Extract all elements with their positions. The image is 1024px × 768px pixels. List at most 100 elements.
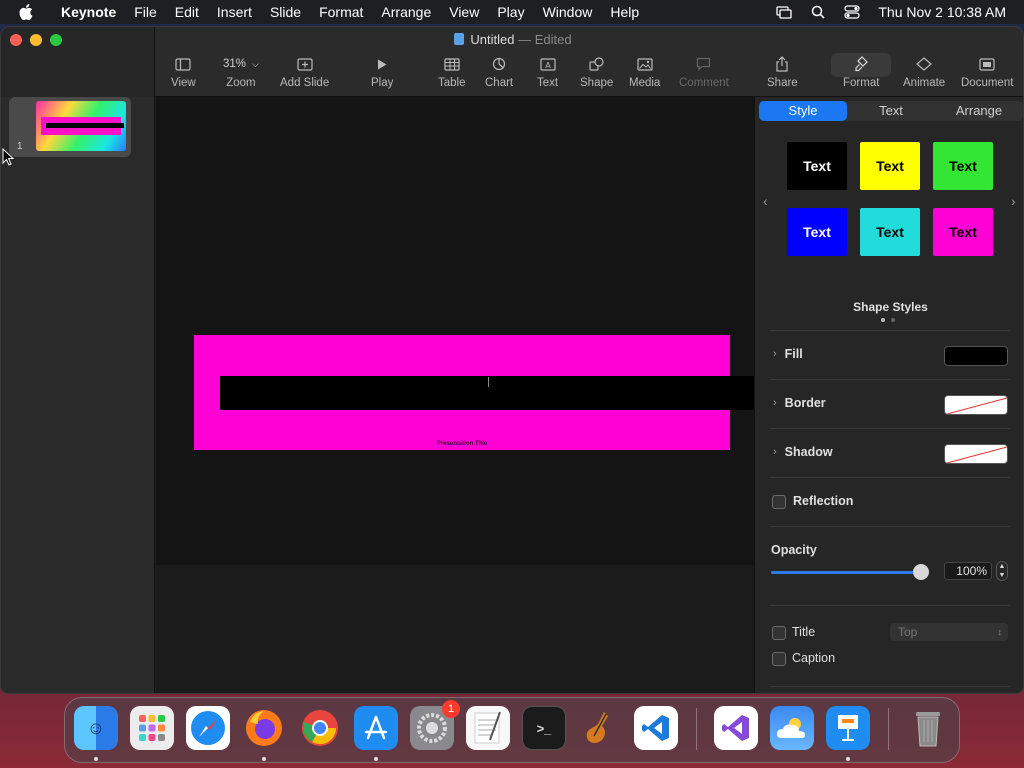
dock-visual-studio-icon[interactable]	[714, 706, 758, 750]
title-position-popup[interactable]: Top ↕	[890, 623, 1008, 641]
play-button[interactable]: Play	[371, 55, 393, 89]
menu-window[interactable]: Window	[534, 4, 602, 20]
opacity-value-field[interactable]: 100%	[944, 562, 992, 580]
dock-vscode-icon[interactable]	[634, 706, 678, 750]
divider	[770, 428, 1010, 429]
shadow-disclosure[interactable]: › Shadow	[773, 445, 833, 459]
shadow-color-well[interactable]	[944, 444, 1008, 464]
shape-styles-heading: Shape Styles	[853, 300, 928, 314]
table-button[interactable]: Table	[438, 55, 466, 89]
fill-disclosure[interactable]: › Fill	[773, 347, 803, 361]
menubar-clock[interactable]: Thu Nov 2 10:38 AM	[878, 4, 1006, 20]
border-color-well[interactable]	[944, 395, 1008, 415]
view-button[interactable]: View	[171, 55, 196, 89]
paintbrush-icon	[854, 55, 869, 73]
sidebar-view-icon	[175, 55, 191, 73]
animate-button[interactable]: Animate	[903, 55, 945, 89]
chevron-right-icon: ›	[773, 348, 777, 360]
document-title: Untitled — Edited	[1, 32, 1023, 47]
comment-button[interactable]: Comment	[679, 55, 729, 89]
title-position-value: Top	[898, 625, 918, 639]
menu-insert[interactable]: Insert	[208, 4, 261, 20]
running-indicator	[262, 757, 266, 761]
menu-edit[interactable]: Edit	[166, 4, 208, 20]
media-button[interactable]: Media	[629, 55, 660, 89]
reflection-checkbox[interactable]	[772, 495, 786, 509]
menu-view[interactable]: View	[440, 4, 488, 20]
shape-button[interactable]: Shape	[580, 55, 613, 89]
shape-style-magenta[interactable]: Text	[933, 208, 993, 256]
page-indicator[interactable]	[881, 318, 895, 322]
dock-app-store-icon[interactable]	[354, 706, 398, 750]
zoom-control[interactable]: 31% ⌵ Zoom	[223, 55, 259, 89]
title-label: Title	[792, 625, 816, 639]
slide-black-text-box[interactable]	[220, 376, 760, 410]
dock-keynote-icon[interactable]	[826, 706, 870, 750]
text-button[interactable]: A Text	[537, 55, 558, 89]
format-button[interactable]: Format	[843, 55, 879, 89]
chart-button[interactable]: Chart	[485, 55, 513, 89]
dock-chrome-icon[interactable]	[298, 706, 342, 750]
opacity-slider-track[interactable]	[771, 571, 921, 574]
dock-finder-icon[interactable]: ☺	[74, 706, 118, 750]
dock-launchpad-icon[interactable]	[130, 706, 174, 750]
screen-mirroring-icon[interactable]	[776, 5, 793, 19]
dock-system-settings-icon[interactable]: 1	[410, 700, 460, 750]
menu-arrange[interactable]: Arrange	[372, 4, 440, 20]
running-indicator	[846, 757, 850, 761]
chevron-right-icon[interactable]: ›	[1011, 193, 1016, 209]
shape-styles-grid: Text Text Text Text Text Text	[787, 142, 995, 256]
opacity-slider-knob[interactable]	[913, 564, 929, 580]
divider	[770, 330, 1010, 331]
opacity-stepper[interactable]: ▲ ▼	[996, 561, 1008, 581]
menu-format[interactable]: Format	[310, 4, 372, 20]
notification-badge: 1	[442, 700, 460, 718]
fill-color-well[interactable]	[944, 346, 1008, 366]
border-disclosure[interactable]: › Border	[773, 396, 826, 410]
document-name[interactable]: Untitled	[470, 32, 514, 47]
menu-file[interactable]: File	[125, 4, 166, 20]
dock-textedit-icon[interactable]	[466, 706, 510, 750]
menu-play[interactable]: Play	[488, 4, 533, 20]
view-label: View	[171, 77, 196, 89]
dock-weather-icon[interactable]	[770, 706, 814, 750]
caption-checkbox[interactable]	[772, 652, 786, 666]
chevron-left-icon[interactable]: ‹	[763, 193, 768, 209]
slide-canvas[interactable]: Presentation Title	[156, 97, 760, 693]
zoom-label: Zoom	[226, 77, 256, 89]
title-checkbox[interactable]	[772, 626, 786, 640]
dock-firefox-icon[interactable]	[242, 706, 286, 750]
table-icon	[444, 55, 460, 73]
document-label: Document	[961, 77, 1014, 89]
mouse-pointer-icon	[2, 147, 15, 171]
menu-help[interactable]: Help	[601, 4, 648, 20]
add-slide-button[interactable]: Add Slide	[280, 55, 329, 89]
shape-style-green[interactable]: Text	[933, 142, 993, 190]
dock-terminal-icon[interactable]: >_	[522, 706, 566, 750]
dock-safari-icon[interactable]	[186, 706, 230, 750]
up-down-chevron-icon: ↕	[997, 627, 1003, 637]
menu-app-name[interactable]: Keynote	[52, 4, 125, 20]
zoom-popup[interactable]: 31% ⌵	[223, 55, 259, 73]
dock-trash-icon[interactable]	[906, 706, 950, 750]
shape-style-cyan[interactable]: Text	[860, 208, 920, 256]
shape-style-yellow[interactable]: Text	[860, 142, 920, 190]
menu-slide[interactable]: Slide	[261, 4, 310, 20]
share-button[interactable]: Share	[767, 55, 798, 89]
dock-garageband-icon[interactable]	[578, 706, 622, 750]
shape-style-blue[interactable]: Text	[787, 208, 847, 256]
share-icon	[775, 55, 789, 73]
control-center-icon[interactable]	[844, 5, 860, 19]
dock: ☺ 1 >_	[64, 697, 960, 763]
document-button[interactable]: Document	[961, 55, 1013, 89]
slide-thumbnail[interactable]	[36, 101, 126, 151]
tab-style[interactable]: Style	[759, 101, 847, 121]
tab-text[interactable]: Text	[847, 101, 935, 121]
spotlight-search-icon[interactable]	[810, 5, 826, 19]
shape-style-black[interactable]: Text	[787, 142, 847, 190]
slide-caption-text[interactable]: Presentation Title	[194, 441, 730, 447]
tab-arrange[interactable]: Arrange	[935, 101, 1023, 121]
title-bar: Untitled — Edited View 31% ⌵ Zoom Add Sl…	[1, 27, 1023, 97]
apple-menu-icon[interactable]	[0, 4, 52, 20]
document-status: — Edited	[518, 32, 572, 47]
